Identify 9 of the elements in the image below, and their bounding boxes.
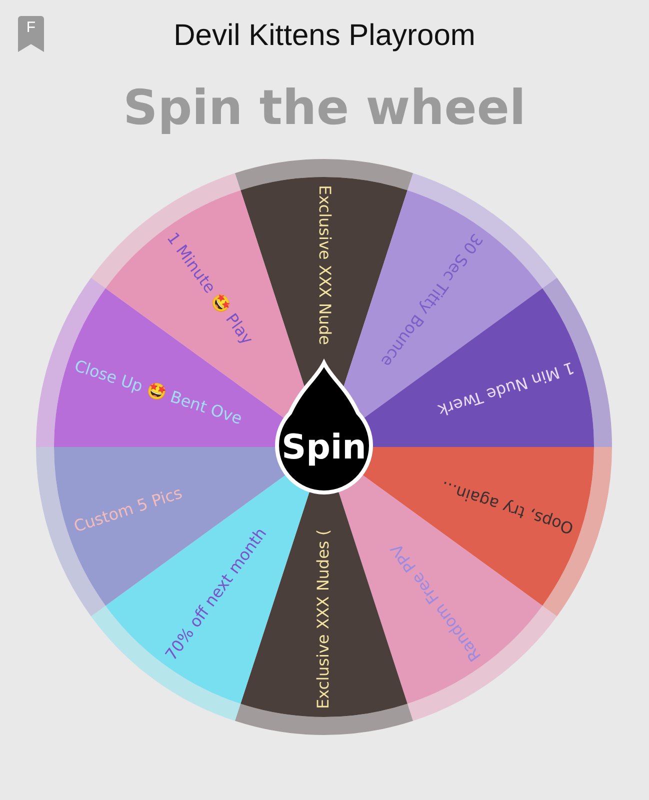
page-title: Devil Kittens Playroom <box>174 19 476 53</box>
segment-label: Close Up 🤩 Bent Ove <box>72 356 244 428</box>
segment-label: Custom 5 Pics <box>72 483 184 536</box>
segment-label: Oops, try again... <box>438 477 576 538</box>
spin-button[interactable]: Spin <box>275 361 373 494</box>
heading: Spin the wheel <box>122 79 527 138</box>
segment-label: 1 Min Nude Twerk <box>436 358 576 420</box>
segment-label: Exclusive XXX Nudes ( <box>313 529 332 709</box>
segment-label: Exclusive XXX Nude <box>316 185 335 345</box>
